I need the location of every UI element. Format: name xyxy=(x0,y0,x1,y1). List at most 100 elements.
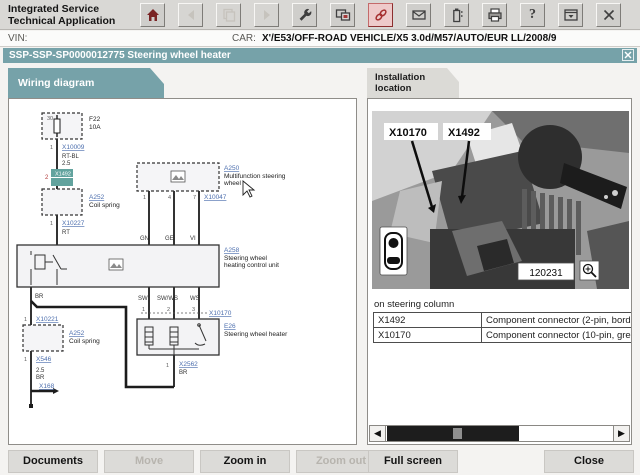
connector-table: X1492 Component connector (2-pin, bordea… xyxy=(373,312,631,343)
mfl-id-link[interactable]: A250 xyxy=(224,165,240,172)
wire-color-label: BR xyxy=(35,294,44,300)
car-value: X'/E53/OFF-ROAD VEHICLE/X5 3.0d/M57/AUTO… xyxy=(262,33,557,44)
connector-link[interactable]: X10009 xyxy=(62,144,85,151)
vin-label: VIN: xyxy=(8,33,28,44)
car-label: CAR: xyxy=(232,33,256,44)
ground-link[interactable]: X168 xyxy=(39,383,55,390)
service-functions-button[interactable] xyxy=(292,3,317,27)
installation-location-panel[interactable]: X10170 X1492 120231 on steering column X… xyxy=(367,98,632,445)
wire-color-label: RT-BL xyxy=(62,154,80,160)
app-title-line1: Integrated Service xyxy=(8,3,100,15)
pin-label: 1 xyxy=(166,363,169,369)
installation-photo[interactable]: X10170 X1492 120231 xyxy=(372,111,629,289)
minimize-window-button[interactable] xyxy=(558,3,583,27)
connector-link[interactable]: X10047 xyxy=(204,194,227,201)
document-close-button[interactable] xyxy=(622,49,634,61)
devices-icon xyxy=(335,9,350,21)
wiring-diagram-panel[interactable]: 30 F22 10A 1 X10009 RT-BL 2.5 2 X1492 A2… xyxy=(8,98,357,445)
coil-spring-id-link[interactable]: A252 xyxy=(69,330,85,337)
horizontal-scrollbar[interactable]: ◀ ▶ xyxy=(369,425,630,442)
car-position-icon xyxy=(379,226,408,276)
connector-link[interactable]: X2562 xyxy=(179,361,198,368)
pin-label: 2 xyxy=(167,307,170,313)
vehicle-interface-button[interactable] xyxy=(330,3,355,27)
help-button[interactable]: ? xyxy=(520,3,545,27)
pin-label: 1 xyxy=(143,195,146,201)
battery-icon xyxy=(452,8,463,23)
pin-label: 3 xyxy=(192,307,195,313)
main-toolbar: ? xyxy=(140,3,621,27)
wiring-diagram-svg: 30 F22 10A 1 X10009 RT-BL 2.5 2 X1492 A2… xyxy=(16,112,288,408)
pin-label: 1 xyxy=(142,307,145,313)
photo-label-x10170: X10170 xyxy=(389,127,427,139)
close-icon xyxy=(624,51,632,59)
fuse-terminal-label: 30 xyxy=(47,116,53,122)
move-button: Move xyxy=(104,450,194,473)
wire-color-label: VI xyxy=(190,236,196,242)
wrench-icon xyxy=(299,8,311,21)
battery-status-button[interactable] xyxy=(444,3,469,27)
heater-name: Steering wheel heater xyxy=(224,331,288,338)
full-screen-button[interactable]: Full screen xyxy=(368,450,458,473)
pin-label: 4 xyxy=(168,195,171,201)
wire-color-label: GE xyxy=(165,236,174,242)
table-row[interactable]: X10170 Component connector (10-pin, gree… xyxy=(373,327,631,343)
tab-installation-location[interactable]: Installation location xyxy=(367,68,459,98)
home-button[interactable] xyxy=(140,3,165,27)
document-title: SSP-SSP-SP0000012775 Steering wheel heat… xyxy=(9,50,231,61)
highlighted-connector[interactable] xyxy=(51,178,73,186)
mouse-cursor xyxy=(242,180,256,198)
tab-wiring-diagram[interactable]: Wiring diagram xyxy=(8,68,164,98)
connection-button[interactable] xyxy=(368,3,393,27)
exit-button[interactable] xyxy=(596,3,621,27)
app-title: Integrated Service Technical Application xyxy=(8,3,115,27)
print-button[interactable] xyxy=(482,3,507,27)
scrollbar-thumb[interactable] xyxy=(453,428,462,439)
scroll-left-button[interactable]: ◀ xyxy=(370,426,386,441)
copy-document-button xyxy=(216,3,241,27)
wire-color-label: BR xyxy=(179,370,188,376)
fuse-amp-label: 10A xyxy=(89,124,101,131)
connector-id-cell[interactable]: X10170 xyxy=(373,327,482,343)
help-icon: ? xyxy=(529,7,536,22)
wire-color-label: BR xyxy=(36,375,45,381)
connector-desc-cell: Component connector (10-pin, green) xyxy=(481,327,631,343)
app-header: Integrated Service Technical Application xyxy=(0,0,640,30)
close-button[interactable]: Close xyxy=(544,450,634,473)
back-arrow-icon xyxy=(187,10,194,20)
mfl-name-line2: wheel xyxy=(223,180,242,187)
messages-button[interactable] xyxy=(406,3,431,27)
close-x-icon xyxy=(603,9,614,21)
magnifier-button[interactable] xyxy=(579,260,600,281)
highlighted-connector-label: X1492 xyxy=(55,172,71,178)
connector-link[interactable]: X546 xyxy=(36,356,52,363)
photo-label-x1492: X1492 xyxy=(448,127,480,139)
highlight-pin-label: 2 xyxy=(45,175,49,181)
mail-icon xyxy=(411,10,426,20)
coil-spring-id-link[interactable]: A252 xyxy=(89,194,105,201)
documents-button[interactable]: Documents xyxy=(8,450,98,473)
forward-button xyxy=(254,3,279,27)
pin-label: 1 xyxy=(24,317,27,323)
wire-gauge-label: 2.5 xyxy=(62,161,71,167)
tab-wiring-diagram-label: Wiring diagram xyxy=(18,77,95,89)
forward-arrow-icon xyxy=(263,10,270,20)
scroll-right-button[interactable]: ▶ xyxy=(613,426,629,441)
heater-id-link[interactable]: E26 xyxy=(224,323,236,330)
connector-link[interactable]: X10170 xyxy=(209,310,232,317)
coil-spring-box-lower[interactable] xyxy=(22,324,64,352)
coil-spring-box-upper[interactable] xyxy=(41,188,83,216)
coil-spring-name: Coil spring xyxy=(89,202,120,209)
wire-color-label: SW xyxy=(138,296,148,302)
table-row[interactable]: X1492 Component connector (2-pin, bordea… xyxy=(373,312,631,328)
back-button xyxy=(178,3,203,27)
installation-photo-svg: X10170 X1492 120231 xyxy=(372,111,629,289)
fuse-id-label: F22 xyxy=(89,116,101,123)
zoom-in-button[interactable]: Zoom in xyxy=(200,450,290,473)
control-unit-name-line2: heating control unit xyxy=(224,262,279,269)
tab-installation-label-line1: Installation xyxy=(375,72,426,83)
connector-link[interactable]: X10221 xyxy=(36,316,59,323)
connector-link[interactable]: X10227 xyxy=(62,220,85,227)
control-unit-id-link[interactable]: A258 xyxy=(224,247,240,254)
connector-id-cell[interactable]: X1492 xyxy=(373,312,482,328)
